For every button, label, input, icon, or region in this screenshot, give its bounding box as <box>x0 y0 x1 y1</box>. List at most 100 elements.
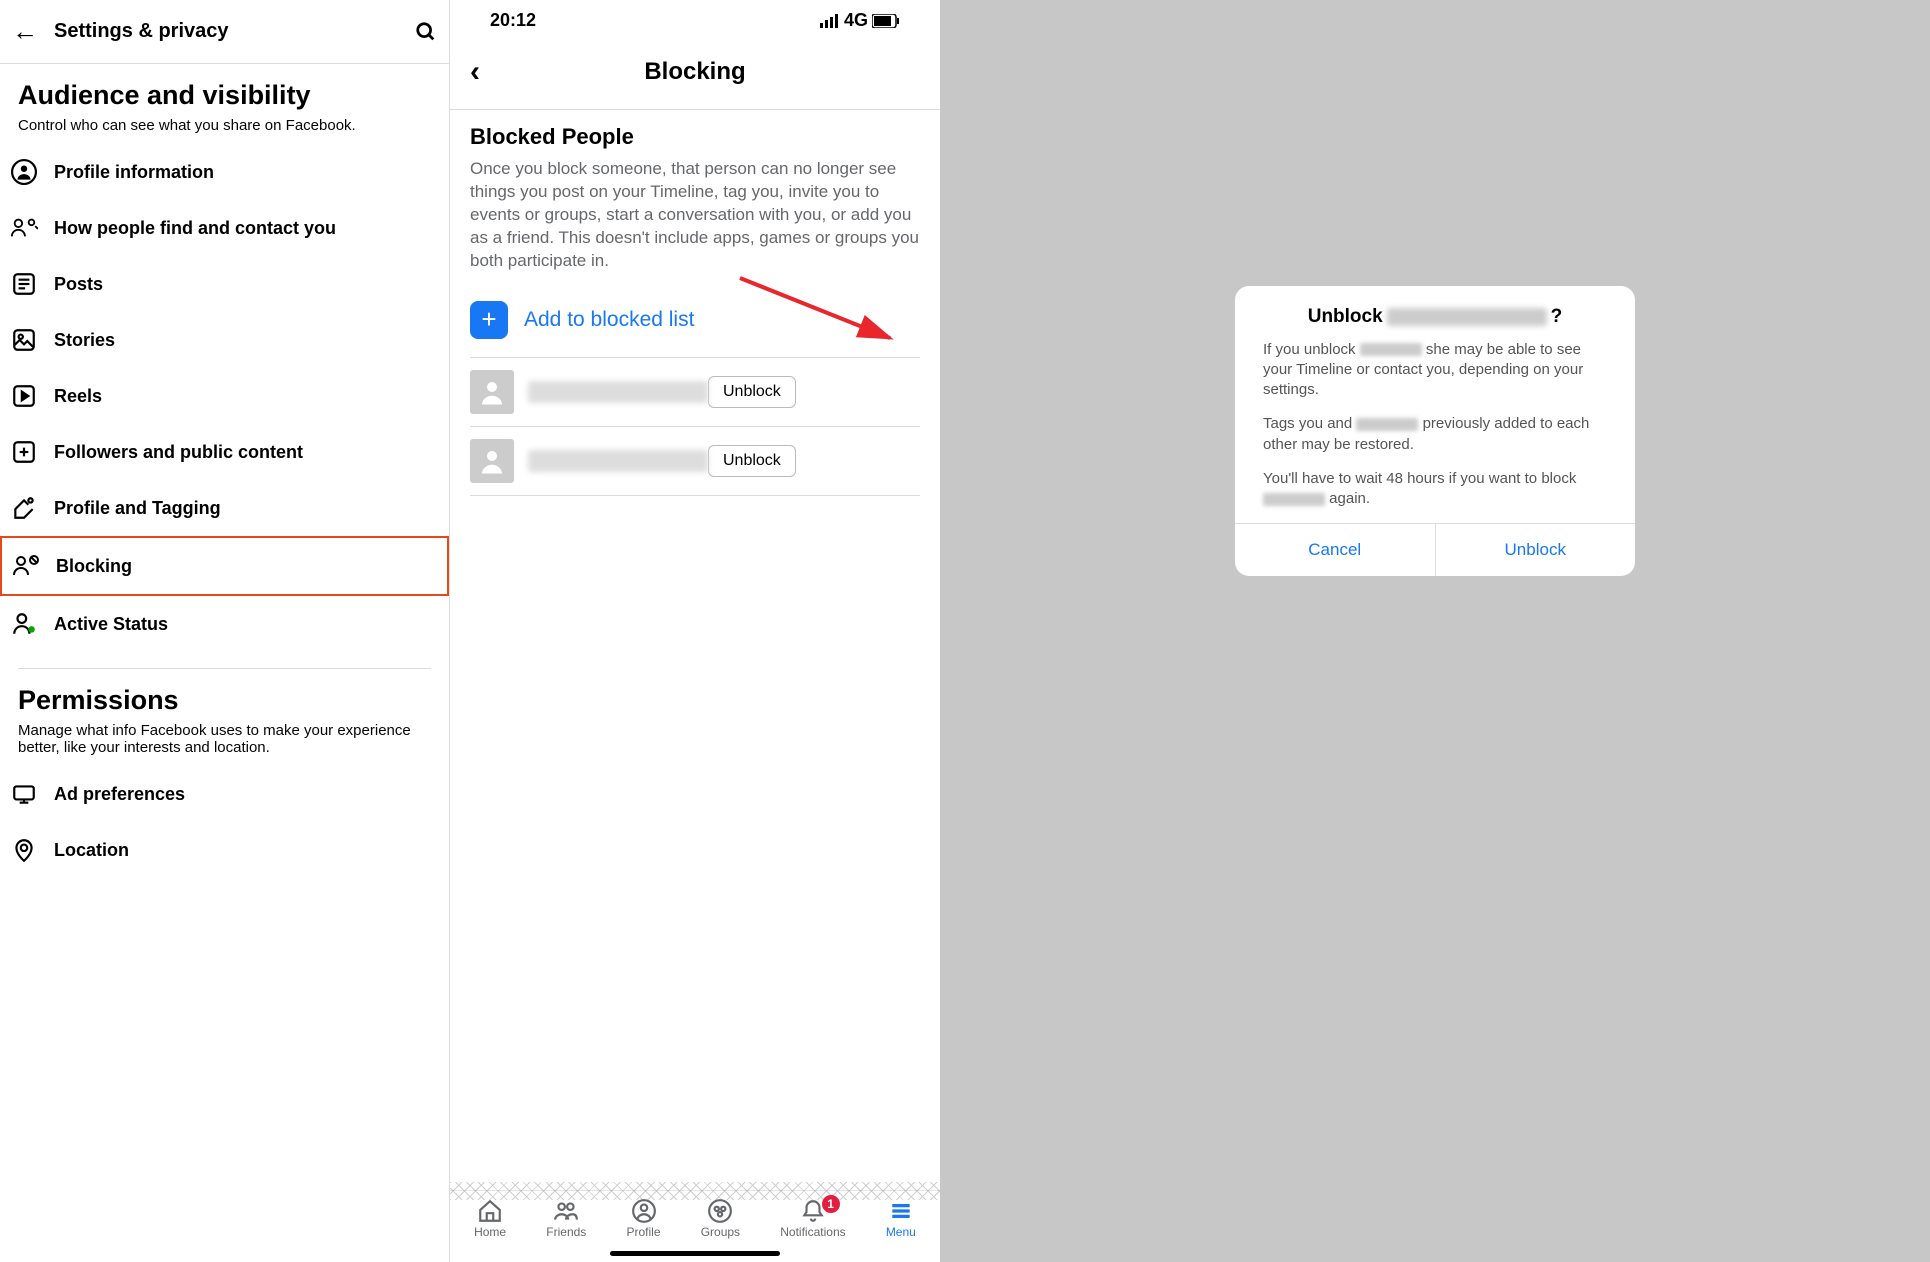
blocked-row: Unblock <box>470 358 920 427</box>
settings-title: Settings & privacy <box>54 20 415 43</box>
menu-icon <box>10 780 38 808</box>
network-label: 4G <box>844 10 868 31</box>
unblock-button[interactable]: Unblock <box>708 445 796 477</box>
name-redacted <box>1356 418 1418 431</box>
menu-item-active-status[interactable]: Active Status <box>0 596 449 652</box>
section-desc: Control who can see what you share on Fa… <box>18 117 431 134</box>
profile-icon <box>630 1197 658 1225</box>
tab-label: Notifications <box>780 1225 845 1239</box>
blocked-people-title: Blocked People <box>470 124 920 150</box>
menu-item-location[interactable]: Location <box>0 822 449 878</box>
cancel-button[interactable]: Cancel <box>1235 524 1435 576</box>
signal-icon <box>820 14 840 28</box>
section-desc: Manage what info Facebook uses to make y… <box>18 722 431 756</box>
menu-item-how-people-find-and-contact-you[interactable]: How people find and contact you <box>0 200 449 256</box>
menu-label: Active Status <box>54 614 168 635</box>
dialog-para-3: You'll have to wait 48 hours if you want… <box>1235 469 1635 524</box>
name-redacted <box>1360 343 1422 356</box>
settings-panel: ← Settings & privacy Audience and visibi… <box>0 0 450 1262</box>
tab-home[interactable]: Home <box>474 1197 506 1239</box>
menu-label: Followers and public content <box>54 442 303 463</box>
tab-label: Menu <box>886 1225 916 1239</box>
tab-notifications[interactable]: 1 Notifications <box>780 1197 845 1239</box>
tab-label: Groups <box>701 1225 740 1239</box>
blocked-people-desc: Once you block someone, that person can … <box>470 158 920 273</box>
blocking-panel: 20:12 4G ‹ Blocking Blocked People Once … <box>450 0 940 1262</box>
menu-label: Reels <box>54 386 102 407</box>
menu-label: Posts <box>54 274 103 295</box>
avatar-icon <box>470 439 514 483</box>
menu-item-profile-and-tagging[interactable]: Profile and Tagging <box>0 480 449 536</box>
tab-friends[interactable]: Friends <box>546 1197 586 1239</box>
blocking-title: Blocking <box>470 58 920 86</box>
dialog-title: Unblock ? <box>1235 286 1635 340</box>
name-redacted <box>1263 493 1325 506</box>
section-title: Audience and visibility <box>18 80 431 111</box>
menu-label: Blocking <box>56 556 132 577</box>
menu-icon <box>10 438 38 466</box>
tab-label: Friends <box>546 1225 586 1239</box>
menu-item-ad-preferences[interactable]: Ad preferences <box>0 766 449 822</box>
menu-label: Profile information <box>54 162 214 183</box>
blocking-header: ‹ Blocking <box>450 31 940 110</box>
search-icon[interactable] <box>415 21 437 43</box>
menu-item-reels[interactable]: Reels <box>0 368 449 424</box>
menu-icon <box>10 836 38 864</box>
blocked-name-redacted <box>528 381 708 403</box>
menu-icon <box>10 610 38 638</box>
menu-item-followers-and-public-content[interactable]: Followers and public content <box>0 424 449 480</box>
status-bar: 20:12 4G <box>450 0 940 31</box>
menu-label: How people find and contact you <box>54 218 336 239</box>
home-indicator <box>610 1251 780 1256</box>
friends-icon <box>552 1197 580 1225</box>
notification-badge: 1 <box>822 1195 840 1213</box>
plus-icon: + <box>470 301 508 339</box>
groups-icon <box>706 1197 734 1225</box>
tab-menu[interactable]: Menu <box>886 1197 916 1239</box>
dialog-para-2: Tags you and previously added to each ot… <box>1235 414 1635 469</box>
menu-icon <box>10 326 38 354</box>
dialog-panel: Unblock ? If you unblock she may be able… <box>940 0 1930 1262</box>
menu-icon <box>12 552 40 580</box>
name-redacted <box>1387 308 1547 326</box>
unblock-button[interactable]: Unblock <box>708 376 796 408</box>
menu-label: Stories <box>54 330 115 351</box>
blocked-row: Unblock <box>470 427 920 496</box>
menu-label: Profile and Tagging <box>54 498 221 519</box>
status-icons: 4G <box>820 10 900 31</box>
dialog-buttons: Cancel Unblock <box>1235 523 1635 576</box>
tab-label: Home <box>474 1225 506 1239</box>
battery-icon <box>872 14 900 28</box>
blocking-body: Blocked People Once you block someone, t… <box>450 110 940 496</box>
menu-icon <box>10 270 38 298</box>
menu-icon <box>10 158 38 186</box>
dialog-para-1: If you unblock she may be able to see yo… <box>1235 340 1635 415</box>
menu-icon <box>10 214 38 242</box>
menu-icon <box>10 494 38 522</box>
add-to-blocked-button[interactable]: + Add to blocked list <box>470 283 920 358</box>
menu-item-blocking[interactable]: Blocking <box>0 536 449 596</box>
blocked-name-redacted <box>528 450 708 472</box>
section-permissions: Permissions Manage what info Facebook us… <box>0 669 449 756</box>
menu-icon <box>887 1197 915 1225</box>
tab-groups[interactable]: Groups <box>701 1197 740 1239</box>
menu-item-profile-information[interactable]: Profile information <box>0 144 449 200</box>
menu-label: Location <box>54 840 129 861</box>
menu-item-posts[interactable]: Posts <box>0 256 449 312</box>
home-icon <box>476 1197 504 1225</box>
menu-icon <box>10 382 38 410</box>
avatar-icon <box>470 370 514 414</box>
menu-item-stories[interactable]: Stories <box>0 312 449 368</box>
confirm-unblock-button[interactable]: Unblock <box>1435 524 1636 576</box>
back-arrow-icon[interactable]: ← <box>12 16 38 47</box>
torn-edge <box>450 1182 940 1200</box>
menu-label: Ad preferences <box>54 784 185 805</box>
settings-header: ← Settings & privacy <box>0 0 449 64</box>
tab-label: Profile <box>627 1225 661 1239</box>
add-label: Add to blocked list <box>524 308 694 332</box>
section-audience: Audience and visibility Control who can … <box>0 64 449 134</box>
tab-profile[interactable]: Profile <box>627 1197 661 1239</box>
section-title: Permissions <box>18 685 431 716</box>
dialog-title-suffix: ? <box>1551 306 1563 328</box>
clock: 20:12 <box>490 10 536 31</box>
